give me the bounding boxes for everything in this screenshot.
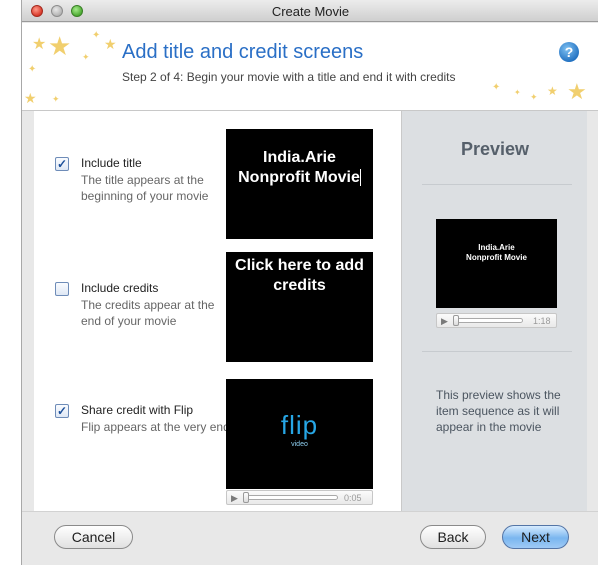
- share-credit-description: Flip appears at the very end: [81, 420, 230, 434]
- cancel-button[interactable]: Cancel: [54, 525, 133, 549]
- preview-playhead[interactable]: [453, 315, 459, 326]
- create-movie-window: Create Movie ★ ★ ✦ ✦ ★ ✦ ★ ✦ ✦ ✦ ✦ ★ ★ A…: [21, 0, 598, 565]
- help-button[interactable]: ?: [559, 42, 579, 62]
- title-bar[interactable]: Create Movie: [22, 0, 598, 22]
- wizard-content: ✓ Include title The title appears at the…: [34, 111, 587, 511]
- title-screen-thumbnail[interactable]: India.Arie Nonprofit Movie: [226, 129, 373, 239]
- flip-clip-playhead[interactable]: [243, 492, 249, 503]
- options-panel: ✓ Include title The title appears at the…: [34, 111, 401, 511]
- preview-line-2: Nonprofit Movie: [466, 253, 527, 262]
- wizard-title: Add title and credit screens: [122, 41, 364, 63]
- flip-clip-track[interactable]: [243, 495, 338, 500]
- preview-time: 1:18: [533, 316, 551, 326]
- preview-thumbnail: India.Arie Nonprofit Movie: [436, 219, 557, 308]
- star-decoration-icon: ✦: [530, 92, 538, 102]
- share-credit-option: ✓ Share credit with Flip Flip appears at…: [55, 403, 230, 455]
- star-decoration-icon: ★: [547, 84, 558, 98]
- star-decoration-icon: ✦: [514, 88, 521, 97]
- flip-credit-thumbnail: flip video: [226, 379, 373, 489]
- next-button[interactable]: Next: [502, 525, 569, 549]
- include-credits-label[interactable]: Include credits: [81, 281, 158, 295]
- preview-heading: Preview: [460, 139, 530, 159]
- credits-prompt-line-2: credits: [273, 277, 326, 294]
- preview-note: This preview shows the item sequence as …: [436, 388, 561, 434]
- include-title-label[interactable]: Include title: [81, 156, 142, 170]
- wizard-footer: Cancel Back Next: [22, 511, 598, 565]
- star-decoration-icon: ✦: [28, 64, 37, 75]
- preview-divider: [422, 351, 572, 352]
- include-title-option: ✓ Include title The title appears at the…: [55, 156, 230, 208]
- include-credits-description: The credits appear at the end of your mo…: [81, 298, 215, 328]
- preview-track[interactable]: [453, 318, 523, 323]
- star-decoration-icon: ★: [567, 79, 587, 104]
- include-title-description: The title appears at the beginning of yo…: [81, 173, 209, 203]
- include-credits-checkbox[interactable]: [55, 282, 69, 296]
- credits-prompt-line-1: Click here to add: [235, 257, 364, 274]
- star-decoration-icon: ★: [32, 36, 47, 53]
- star-decoration-icon: ★: [48, 31, 72, 61]
- include-title-checkbox[interactable]: ✓: [55, 157, 69, 171]
- title-line-2[interactable]: Nonprofit Movie: [238, 169, 361, 186]
- star-decoration-icon: ✦: [492, 82, 501, 93]
- preview-player: ▶ 1:18: [436, 313, 557, 328]
- play-icon[interactable]: ▶: [441, 316, 448, 326]
- star-decoration-icon: ★: [104, 36, 117, 52]
- flip-logo-subtext: video: [291, 441, 308, 448]
- share-credit-checkbox[interactable]: ✓: [55, 404, 69, 418]
- share-credit-label[interactable]: Share credit with Flip: [81, 403, 193, 417]
- flip-clip-player: ▶ 0:05: [226, 490, 373, 505]
- star-decoration-icon: ✦: [82, 52, 90, 62]
- include-credits-option: Include credits The credits appear at th…: [55, 281, 230, 333]
- preview-divider: [422, 184, 572, 185]
- star-decoration-icon: ✦: [92, 30, 101, 41]
- flip-clip-time: 0:05: [344, 493, 362, 503]
- star-decoration-icon: ✦: [52, 94, 60, 104]
- wizard-header: ★ ★ ✦ ✦ ★ ✦ ★ ✦ ✦ ✦ ✦ ★ ★ Add title and …: [22, 23, 598, 111]
- wizard-step-subtitle: Step 2 of 4: Begin your movie with a tit…: [122, 70, 456, 84]
- play-icon[interactable]: ▶: [231, 493, 238, 503]
- flip-logo: flip: [280, 410, 319, 440]
- back-button[interactable]: Back: [420, 525, 486, 549]
- preview-panel: Preview India.Arie Nonprofit Movie ▶ 1:1…: [401, 111, 587, 511]
- star-decoration-icon: ★: [24, 90, 37, 106]
- preview-line-1: India.Arie: [478, 243, 515, 252]
- title-line-1: India.Arie: [263, 149, 336, 166]
- window-title: Create Movie: [271, 4, 350, 19]
- credits-screen-thumbnail[interactable]: Click here to add credits: [226, 252, 373, 362]
